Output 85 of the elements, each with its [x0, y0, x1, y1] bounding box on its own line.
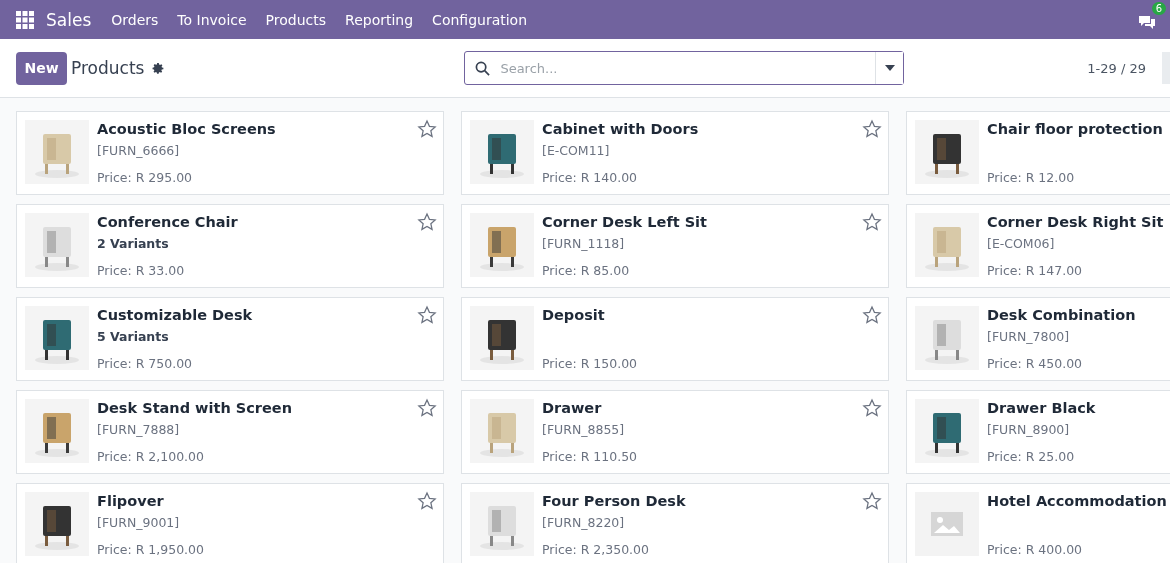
favorite-star-icon[interactable] [862, 212, 882, 232]
product-card[interactable]: Customizable Desk 5 Variants Price: R 750.00 [16, 297, 444, 381]
menu-item[interactable]: To Invoice [177, 11, 247, 28]
product-price: Price: R 140.00 [542, 169, 639, 186]
search-options-button[interactable] [875, 52, 904, 84]
variant-count: 2 Variants [97, 235, 170, 252]
product-card[interactable]: Flipover [FURN_9001] Price: R 1,950.00 [16, 483, 444, 563]
product-name: Desk Combination [987, 306, 1136, 325]
product-name: Hotel Accommodation [987, 492, 1167, 511]
variant-count: 5 Variants [97, 328, 170, 345]
product-name: Customizable Desk [97, 306, 253, 325]
product-name: Desk Stand with Screen [97, 399, 292, 418]
product-code: [FURN_8900] [987, 421, 1071, 438]
favorite-star-icon[interactable] [862, 491, 882, 511]
product-card[interactable]: Hotel Accommodation Price: R 400.00 [906, 483, 1170, 563]
product-name: Cabinet with Doors [542, 120, 699, 139]
product-card[interactable]: Chair floor protection Price: R 12.00 [906, 111, 1170, 195]
product-price: Price: R 2,100.00 [97, 448, 205, 465]
product-name: Drawer Black [987, 399, 1096, 418]
favorite-star-icon[interactable] [417, 305, 437, 325]
product-code: [FURN_7888] [97, 421, 181, 438]
product-code: [FURN_8855] [542, 421, 626, 438]
product-name: Acoustic Bloc Screens [97, 120, 276, 139]
product-price: Price: R 150.00 [542, 355, 638, 372]
apps-menu-icon[interactable] [16, 10, 34, 29]
menu-item[interactable]: Orders [111, 11, 159, 28]
product-name: Four Person Desk [542, 492, 686, 511]
chat-icon[interactable] [1138, 13, 1156, 30]
product-price: Price: R 110.50 [542, 448, 638, 465]
favorite-star-icon[interactable] [417, 398, 437, 418]
product-card[interactable]: Acoustic Bloc Screens [FURN_6666] Price: R 295.00 [16, 111, 444, 195]
product-card[interactable]: Deposit Price: R 150.00 [461, 297, 889, 381]
product-name: Conference Chair [97, 213, 238, 232]
search-field[interactable]: Search... [464, 51, 905, 85]
pager-value: 1-29 / 29 [1087, 60, 1146, 76]
product-card[interactable]: Desk Combination [FURN_7800] Price: R 450.00 [906, 297, 1170, 381]
favorite-star-icon[interactable] [862, 305, 882, 325]
product-name: Chair floor protection [987, 120, 1163, 139]
settings-icon[interactable] [152, 61, 166, 75]
app-title[interactable]: Sales [46, 9, 92, 30]
product-card[interactable]: Drawer Black [FURN_8900] Price: R 25.00 [906, 390, 1170, 474]
product-price: Price: R 750.00 [97, 355, 194, 372]
product-price: Price: R 147.00 [987, 262, 1084, 279]
product-code: [E-COM06] [987, 235, 1056, 252]
product-code: [FURN_8220] [542, 514, 626, 531]
product-card[interactable]: Corner Desk Right Sit [E-COM06] Price: R 147.00 [906, 204, 1170, 288]
menu-item[interactable]: Products [265, 11, 327, 28]
product-card[interactable]: Desk Stand with Screen [FURN_7888] Price: R 2,100.00 [16, 390, 444, 474]
product-code: [FURN_1118] [542, 235, 626, 252]
image-placeholder-icon [931, 512, 963, 536]
product-price: Price: R 33.00 [97, 262, 186, 279]
product-price: Price: R 2,350.00 [542, 541, 650, 558]
product-name: Deposit [542, 306, 606, 325]
product-code: [FURN_6666] [97, 142, 181, 159]
menu-item[interactable]: Configuration [432, 11, 528, 28]
product-code: [FURN_9001] [97, 514, 181, 531]
product-code: [FURN_7800] [987, 328, 1071, 345]
favorite-star-icon[interactable] [862, 119, 882, 139]
product-card[interactable]: Conference Chair 2 Variants Price: R 33.00 [16, 204, 444, 288]
product-name: Corner Desk Left Sit [542, 213, 707, 232]
product-card[interactable]: Cabinet with Doors [E-COM11] Price: R 140.00 [461, 111, 889, 195]
product-price: Price: R 450.00 [987, 355, 1084, 372]
favorite-star-icon[interactable] [417, 119, 437, 139]
product-price: Price: R 12.00 [987, 169, 1076, 186]
product-name: Corner Desk Right Sit [987, 213, 1164, 232]
caret-icon [884, 65, 895, 71]
favorite-star-icon[interactable] [417, 491, 437, 511]
product-price: Price: R 25.00 [987, 448, 1076, 465]
product-name: Drawer [542, 399, 603, 418]
product-name: Flipover [97, 492, 165, 511]
product-price: Price: R 295.00 [97, 169, 194, 186]
product-code: [E-COM11] [542, 142, 611, 159]
search-icon [475, 60, 491, 76]
message-count-badge: 6 [1151, 2, 1166, 15]
product-price: Price: R 1,950.00 [97, 541, 204, 558]
menu-item[interactable]: Reporting [345, 11, 414, 28]
page-title: Products [71, 58, 145, 78]
favorite-star-icon[interactable] [862, 398, 882, 418]
product-card[interactable]: Corner Desk Left Sit [FURN_1118] Price: R 85.00 [461, 204, 889, 288]
product-card[interactable]: Four Person Desk [FURN_8220] Price: R 2,350.00 [461, 483, 889, 563]
product-price: Price: R 400.00 [987, 541, 1084, 558]
favorite-star-icon[interactable] [417, 212, 437, 232]
product-card[interactable]: Drawer [FURN_8855] Price: R 110.50 [461, 390, 889, 474]
product-price: Price: R 85.00 [542, 262, 631, 279]
new-button[interactable]: New [16, 51, 67, 85]
